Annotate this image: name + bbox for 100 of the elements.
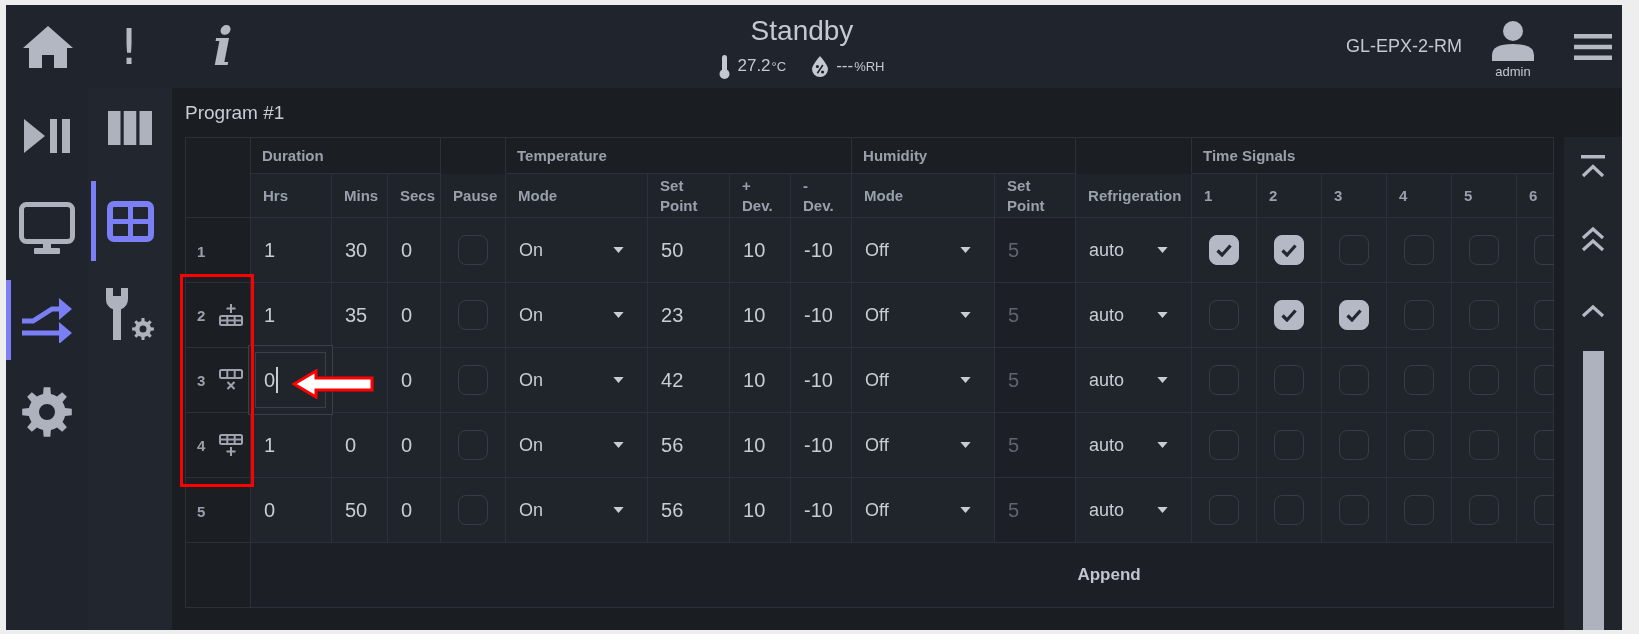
info-button[interactable]: i [213,20,233,73]
plus-deviation-cell[interactable]: 10 [729,412,791,478]
row-number: 2 [197,306,206,324]
plus-deviation-cell[interactable]: 10 [729,217,791,283]
delete-row-icon[interactable] [218,369,243,391]
pause-checkbox[interactable] [458,495,489,525]
set-point-cell[interactable]: 23 [647,282,730,348]
diverging-arrows-icon[interactable] [22,297,72,343]
time-signal-checkbox[interactable] [1534,495,1555,525]
column-header: Mins [331,173,388,218]
minus-deviation-cell[interactable]: -10 [790,282,852,348]
set-point-cell[interactable]: 42 [647,347,730,413]
time-signal-checkbox[interactable] [1274,235,1305,265]
time-signal-checkbox[interactable] [1274,300,1305,330]
time-signal-checkbox[interactable] [1469,235,1500,265]
wrench-gear-icon[interactable] [106,288,154,340]
plus-deviation-cell[interactable]: 10 [729,282,791,348]
set-point-cell[interactable]: 56 [647,477,730,543]
time-signal-checkbox[interactable] [1469,430,1500,460]
minutes-cell[interactable]: 35 [331,282,388,348]
pause-checkbox[interactable] [458,365,489,395]
row-number: 3 [197,371,206,389]
minus-deviation-cell[interactable]: -10 [790,412,852,478]
checkmark-icon [1346,308,1363,322]
pause-checkbox[interactable] [458,430,489,460]
plus-deviation-cell[interactable]: 10 [729,347,791,413]
time-signal-checkbox[interactable] [1209,235,1240,265]
time-signal-checkbox[interactable] [1209,430,1240,460]
time-signal-checkbox[interactable] [1274,365,1305,395]
column-header: Pause [440,173,506,218]
time-signal-checkbox[interactable] [1404,300,1435,330]
seconds-cell[interactable]: 0 [387,347,441,413]
humidity-set-point-cell: 5 [994,282,1076,348]
caret-icon [1157,247,1169,253]
time-signal-checkbox[interactable] [1339,495,1370,525]
minutes-cell[interactable]: 30 [331,217,388,283]
seconds-cell[interactable]: 0 [387,282,441,348]
checkmark-icon [1281,243,1298,257]
table-icon[interactable] [106,200,154,242]
columns-icon[interactable] [108,111,152,145]
time-signal-checkbox[interactable] [1209,300,1240,330]
time-signal-checkbox[interactable] [1534,430,1555,460]
time-signal-checkbox[interactable] [1339,300,1370,330]
caret-icon [1157,442,1169,448]
time-signal-checkbox[interactable] [1274,430,1305,460]
home-icon[interactable] [23,25,73,68]
time-signal-checkbox[interactable] [1209,495,1240,525]
time-signal-checkbox[interactable] [1534,365,1555,395]
minus-deviation-cell[interactable]: -10 [790,477,852,543]
alert-button[interactable]: ! [119,21,140,72]
plus-deviation-cell[interactable]: 10 [729,477,791,543]
humidity-set-point-cell: 5 [994,217,1076,283]
time-signal-checkbox[interactable] [1404,495,1435,525]
set-point-cell[interactable]: 56 [647,412,730,478]
seconds-cell[interactable]: 0 [387,477,441,543]
menu-icon[interactable] [1574,33,1612,60]
row-number: 5 [197,502,206,520]
minus-deviation-cell[interactable]: -10 [790,217,852,283]
time-signal-checkbox[interactable] [1209,365,1240,395]
hours-cell[interactable]: 1 [250,217,332,283]
column-header: Secs [387,173,441,218]
time-signal-checkbox[interactable] [1534,235,1555,265]
column-header: Refrigeration [1075,173,1192,218]
time-signal-checkbox[interactable] [1339,365,1370,395]
humidity-drop-icon [812,56,829,77]
time-signal-checkbox[interactable] [1404,365,1435,395]
settings-icon[interactable] [22,387,72,437]
time-signal-checkbox[interactable] [1469,495,1500,525]
time-signal-checkbox[interactable] [1469,300,1500,330]
time-signal-checkbox[interactable] [1534,300,1555,330]
caret-icon [613,507,625,513]
time-signal-checkbox[interactable] [1404,235,1435,265]
chevron-up-icon[interactable] [1580,303,1606,319]
insert-row-above-icon[interactable] [218,304,243,326]
hours-cell[interactable]: 0 [250,477,332,543]
set-point-cell[interactable]: 50 [647,217,730,283]
caret-icon [960,312,972,318]
time-signal-checkbox[interactable] [1339,235,1370,265]
play-pause-icon[interactable] [24,119,70,153]
scroll-to-top-icon[interactable] [1580,155,1606,179]
time-signal-checkbox[interactable] [1339,430,1370,460]
caret-icon [613,247,625,253]
column-group-header: Time Signals [1191,137,1554,174]
time-signal-checkbox[interactable] [1274,495,1305,525]
time-signal-checkbox[interactable] [1469,365,1500,395]
minus-deviation-cell[interactable]: -10 [790,347,852,413]
seconds-cell[interactable]: 0 [387,217,441,283]
double-chevron-up-icon[interactable] [1580,226,1606,252]
column-group-header: Duration [250,137,441,174]
insert-row-below-icon[interactable] [218,434,243,456]
monitor-icon[interactable] [19,202,75,254]
user-icon[interactable] [1492,20,1534,61]
pause-checkbox[interactable] [458,300,489,330]
scroll-thumb[interactable] [1582,351,1604,630]
minutes-cell[interactable]: 0 [331,412,388,478]
pause-checkbox[interactable] [458,235,489,265]
minutes-cell[interactable]: 50 [331,477,388,543]
seconds-cell[interactable]: 0 [387,412,441,478]
temperature-value: 27.2 [737,55,771,77]
time-signal-checkbox[interactable] [1404,430,1435,460]
